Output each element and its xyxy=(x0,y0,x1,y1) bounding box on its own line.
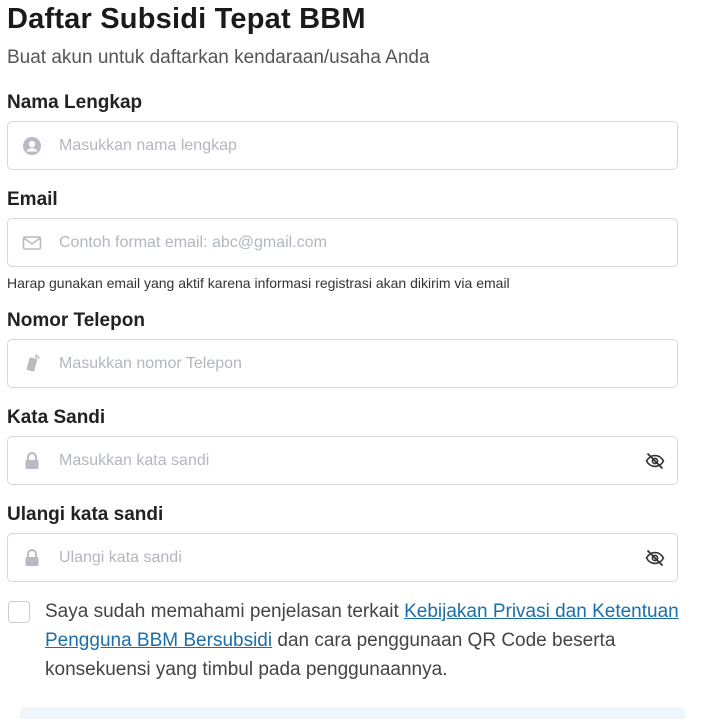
password-field[interactable] xyxy=(7,436,678,485)
password-label: Kata Sandi xyxy=(7,407,106,428)
user-circle-icon xyxy=(8,136,56,156)
phone-label: Nomor Telepon xyxy=(7,310,145,331)
phone-icon xyxy=(8,353,56,374)
full-name-label: Nama Lengkap xyxy=(7,92,143,113)
lock-icon xyxy=(8,548,56,568)
lock-icon xyxy=(8,451,56,471)
full-name-field[interactable] xyxy=(7,121,678,170)
full-name-input[interactable] xyxy=(56,122,677,169)
phone-field[interactable] xyxy=(7,339,678,388)
consent-text-before: Saya sudah memahami penjelasan terkait xyxy=(45,601,405,622)
email-field[interactable] xyxy=(7,218,678,267)
email-input[interactable] xyxy=(56,219,677,266)
phone-input[interactable] xyxy=(56,340,677,387)
page-title: Daftar Subsidi Tepat BBM xyxy=(7,3,366,35)
eye-slash-icon[interactable] xyxy=(633,549,677,567)
consent-text: Saya sudah memahami penjelasan terkait K… xyxy=(45,597,685,684)
password-input[interactable] xyxy=(56,437,633,484)
submit-area xyxy=(20,707,685,719)
page-subtitle: Buat akun untuk daftarkan kendaraan/usah… xyxy=(7,47,430,68)
consent-checkbox[interactable] xyxy=(8,601,30,623)
confirm-password-field[interactable] xyxy=(7,533,678,582)
confirm-password-label: Ulangi kata sandi xyxy=(7,504,164,525)
eye-slash-icon[interactable] xyxy=(633,452,677,470)
email-hint: Harap gunakan email yang aktif karena in… xyxy=(7,275,510,291)
envelope-icon xyxy=(8,235,56,251)
confirm-password-input[interactable] xyxy=(56,534,633,581)
email-label: Email xyxy=(7,189,58,210)
